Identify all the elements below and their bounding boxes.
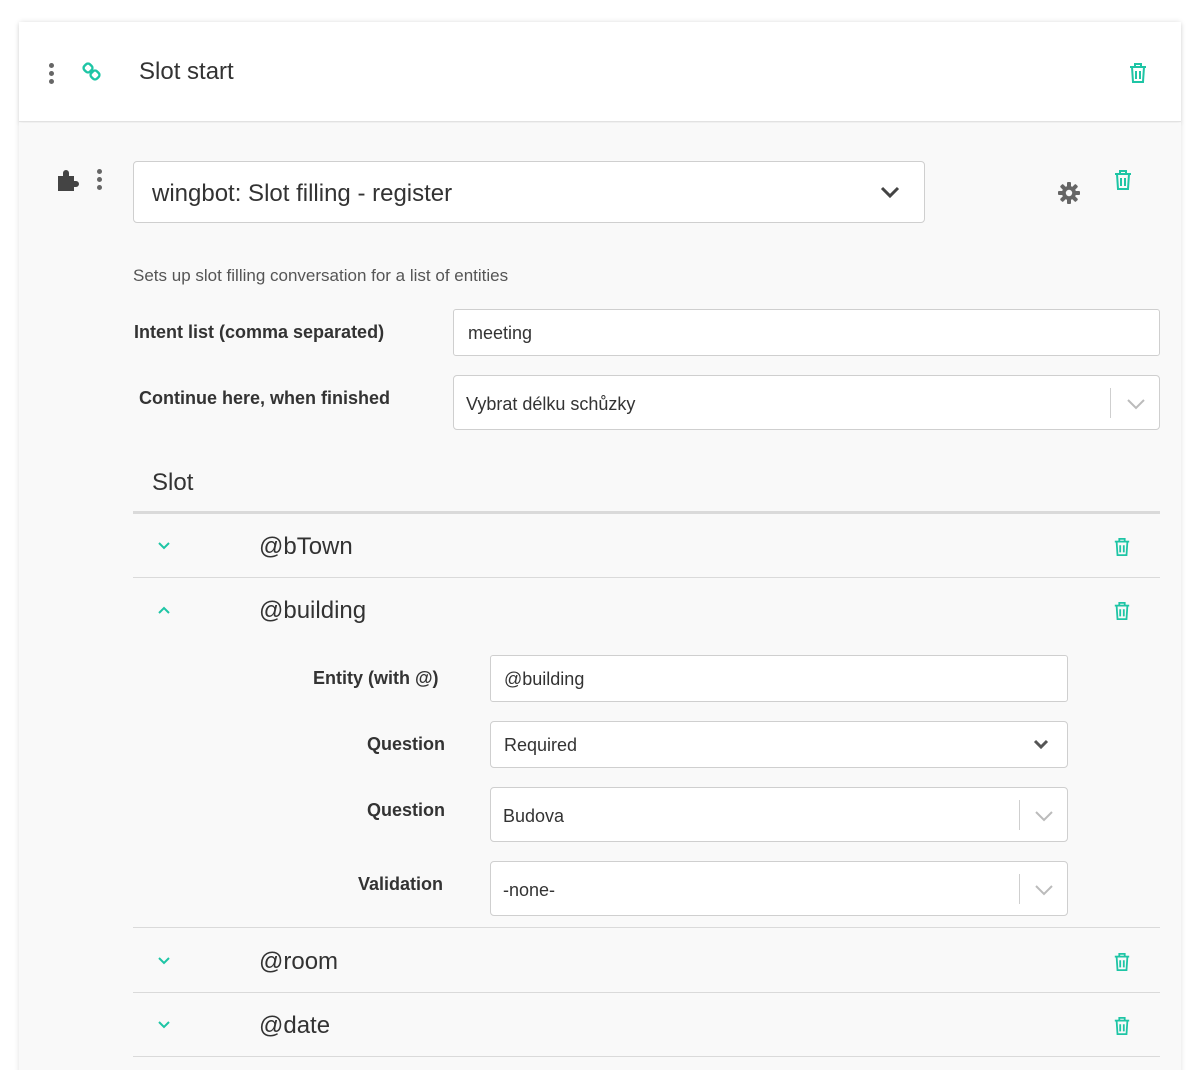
question-label: Question (367, 800, 446, 820)
entity-label: Entity (with @) (313, 668, 439, 688)
question-label: Question (367, 734, 446, 754)
question-required-value: Required (504, 735, 578, 755)
divider (133, 577, 1160, 578)
divider (133, 992, 1160, 993)
continue-label: Continue here, when finished (139, 388, 391, 408)
validation-select-value: -none- (503, 880, 556, 900)
chevron-up-icon[interactable] (157, 605, 171, 615)
chevron-down-icon[interactable] (157, 1020, 171, 1030)
puzzle-icon (55, 168, 81, 192)
entity-input[interactable]: @building (490, 655, 1068, 702)
chevron-down-icon (1126, 398, 1146, 410)
validation-select[interactable]: -none- (490, 861, 1068, 916)
slot-heading: Slot (152, 469, 194, 496)
continue-select[interactable]: Vybrat délku schůzky (453, 375, 1160, 430)
select-separator (1019, 874, 1020, 904)
page-title: Slot start (139, 58, 234, 85)
slot-trash-icon[interactable] (1113, 537, 1131, 557)
continue-select-value: Vybrat délku schůzky (466, 394, 636, 414)
slot-name-room[interactable]: @room (259, 948, 338, 976)
chevron-down-icon (1034, 884, 1054, 896)
chevron-down-icon (1034, 810, 1054, 822)
intent-input[interactable]: meeting (453, 309, 1160, 356)
chevron-down-icon (1033, 739, 1049, 750)
divider (133, 927, 1160, 928)
card-header: Slot start (19, 22, 1181, 122)
card-body: wingbot: Slot filling - register Sets up… (19, 123, 1181, 1070)
chevron-down-icon[interactable] (157, 956, 171, 966)
question-required-select[interactable]: Required (490, 721, 1068, 768)
slot-name-btown[interactable]: @bTown (259, 533, 353, 561)
chevron-down-icon[interactable] (157, 541, 171, 551)
gear-icon[interactable] (1057, 181, 1081, 205)
divider (133, 1056, 1160, 1057)
link-icon[interactable] (82, 62, 102, 82)
slot-card: Slot start wingbot: Slot filling - regis… (19, 22, 1181, 1070)
plugin-description: Sets up slot filling conversation for a … (133, 266, 509, 285)
question-select-value: Budova (503, 806, 565, 826)
vertical-dots-icon[interactable] (49, 63, 55, 84)
plugin-menu-icon[interactable] (97, 169, 103, 190)
select-separator (1019, 800, 1020, 830)
intent-input-value: meeting (468, 323, 533, 343)
validation-label: Validation (358, 874, 444, 894)
plugin-select-value: wingbot: Slot filling - register (152, 180, 453, 207)
trash-icon[interactable] (1128, 62, 1148, 84)
slot-trash-icon[interactable] (1113, 601, 1131, 621)
slot-name-building[interactable]: @building (259, 597, 366, 625)
plugin-select[interactable]: wingbot: Slot filling - register (133, 161, 925, 223)
entity-input-value: @building (504, 669, 585, 689)
chevron-down-icon (880, 186, 900, 200)
slot-name-date[interactable]: @date (259, 1012, 330, 1040)
slot-trash-icon[interactable] (1113, 952, 1131, 972)
select-separator (1110, 388, 1111, 418)
slot-trash-icon[interactable] (1113, 1016, 1131, 1036)
question-select[interactable]: Budova (490, 787, 1068, 842)
divider (133, 511, 1160, 514)
plugin-trash-icon[interactable] (1113, 169, 1133, 191)
intent-label: Intent list (comma separated) (134, 322, 385, 342)
